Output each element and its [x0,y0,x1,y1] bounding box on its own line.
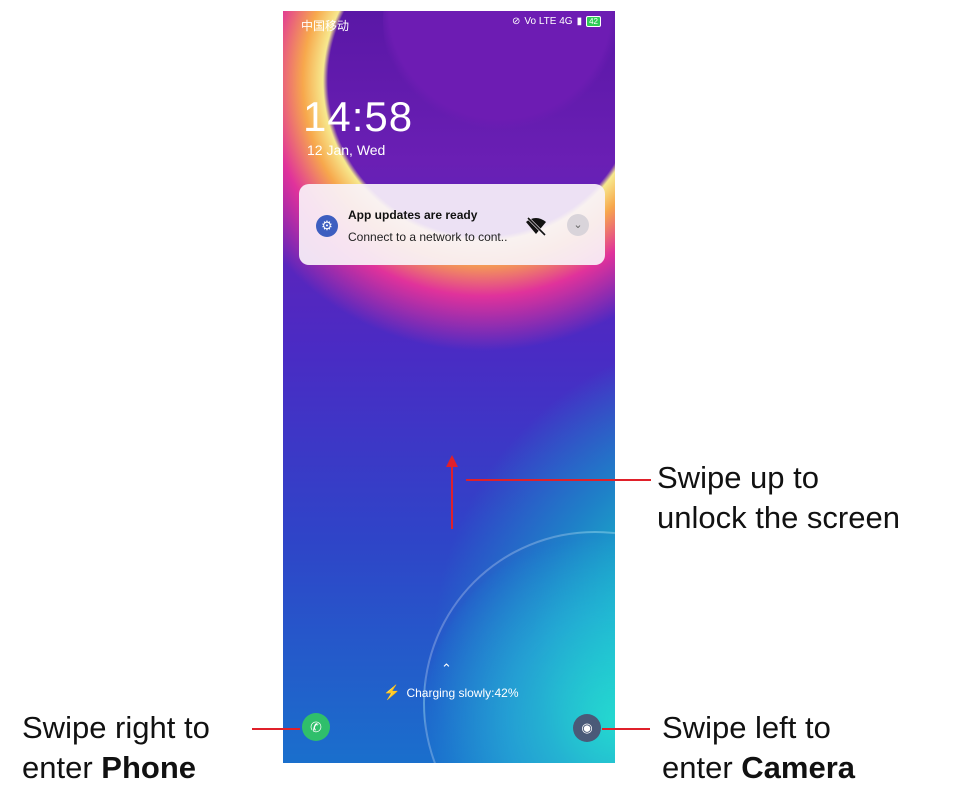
nfc-icon: ⊘ [512,16,521,27]
unlock-callout-line2: unlock the screen [657,500,900,535]
camera-callout: Swipe left to enter Camera [662,708,855,788]
swipe-up-arrow-shaft [451,465,453,529]
notification-text: Connect to a network to cont.. [348,230,508,244]
lock-screen[interactable]: 中国移动 ⊘ Vo LTE 4G ▮ 42 14:58 12 Jan, Wed … [283,11,615,763]
camera-callout-line1: Swipe left to [662,710,831,745]
chevron-up-icon: ⌃ [441,661,452,676]
lock-date: 12 Jan, Wed [307,142,386,158]
lightning-icon: ⚡ [383,684,401,700]
camera-shortcut-button[interactable]: ◉ [573,714,601,742]
phone-callout: Swipe right to enter Phone [22,708,210,788]
lock-clock: 14:58 [303,93,414,140]
phone-icon: ✆ [310,719,322,735]
unlock-leader-line [466,479,651,481]
notification-card[interactable]: ⚙ App updates are ready Connect to a net… [299,184,605,265]
camera-callout-line2: enter Camera [662,748,855,788]
network-indicator: Vo LTE 4G [524,16,573,27]
status-icons: ⊘ Vo LTE 4G ▮ 42 [512,16,601,27]
wifi-off-icon [526,216,547,237]
notification-title: App updates are ready [348,208,478,222]
phone-callout-line1: Swipe right to [22,710,210,745]
charging-status: ⚡ Charging slowly:42% [383,684,519,701]
swipe-up-arrow-head [446,455,458,467]
camera-icon: ◉ [581,720,593,735]
phone-callout-prefix: enter [22,750,102,785]
signal-icon: ▮ [576,16,583,27]
status-bar: 中国移动 ⊘ Vo LTE 4G ▮ 42 [283,11,615,37]
camera-callout-bold: Camera [741,750,856,785]
camera-leader-line [602,728,650,730]
charging-text: Charging slowly:42% [406,685,519,700]
expand-notification-button[interactable]: ⌄ [567,214,589,236]
phone-leader-line [252,728,300,730]
camera-callout-prefix: enter [662,750,742,785]
phone-callout-bold: Phone [101,750,197,785]
settings-gear-icon: ⚙ [316,215,338,237]
unlock-callout: Swipe up to unlock the screen [657,458,900,538]
phone-callout-line2: enter Phone [22,748,210,788]
carrier-name: 中国移动 [301,19,350,33]
unlock-callout-line1: Swipe up to [657,460,819,495]
battery-icon: 42 [586,16,601,27]
phone-shortcut-button[interactable]: ✆ [302,713,330,741]
